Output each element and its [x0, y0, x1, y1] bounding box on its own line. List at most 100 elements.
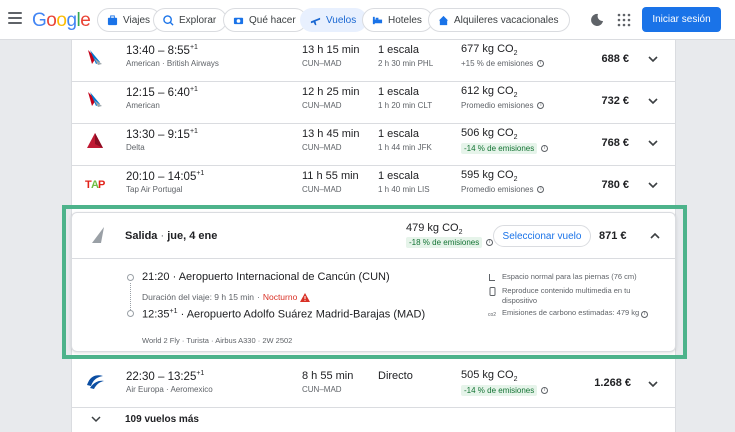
- google-logo[interactable]: Google: [32, 10, 91, 32]
- chevron-down-icon[interactable]: [646, 52, 660, 66]
- flight-price: 1.268 €: [594, 377, 631, 389]
- departure-info: 21:20 · Aeropuerto Internacional de Canc…: [142, 271, 390, 283]
- expanded-flight-card: Salida · jue, 4 ene 479 kg CO2 -18 % de …: [71, 212, 676, 352]
- flight-details: World 2 Fly · Turista · Airbus A330 · 2W…: [142, 336, 293, 345]
- timeline-line: [130, 283, 131, 310]
- flight-times: 22:30 – 13:25+1: [126, 370, 205, 383]
- co2-note: Promedio emisiones i: [461, 185, 545, 194]
- select-flight-button[interactable]: Seleccionar vuelo: [493, 225, 591, 247]
- airline-name: Air Europa · Aeromexico: [126, 385, 213, 394]
- card-header[interactable]: Salida · jue, 4 ene 479 kg CO2 -18 % de …: [72, 213, 675, 259]
- co2-note: -18 % de emisiones i: [406, 237, 494, 248]
- info-icon[interactable]: i: [486, 239, 494, 246]
- air-europa-logo: [87, 375, 104, 389]
- flight-route: CUN–MAD: [302, 59, 342, 68]
- airline-name: American: [126, 101, 160, 110]
- more-flights-label: 109 vuelos más: [125, 414, 199, 425]
- svg-text:co2: co2: [488, 312, 496, 318]
- world2fly-logo: [92, 227, 104, 243]
- airline-name: Tap Air Portugal: [126, 185, 183, 194]
- flight-row[interactable]: TAP 20:10 – 14:05+1 Tap Air Portugal 11 …: [72, 166, 675, 208]
- flight-row[interactable]: 13:40 – 8:55+1 American · British Airway…: [72, 40, 675, 82]
- apps-grid-icon[interactable]: [617, 13, 631, 27]
- flight-duration: 11 h 55 min: [302, 170, 359, 182]
- svg-text:P: P: [98, 179, 105, 191]
- top-bar: Google Viajes Explorar Qué hacer Vuelos …: [0, 0, 735, 40]
- tap-logo: TAP: [85, 179, 105, 191]
- flight-route: CUN–MAD: [302, 101, 342, 110]
- dark-mode-icon[interactable]: [590, 13, 604, 27]
- more-flights-button[interactable]: 109 vuelos más: [72, 410, 675, 432]
- emissions-info: co2 Emisiones de carbono estimadas: 479 …: [488, 308, 652, 318]
- info-icon[interactable]: i: [537, 60, 545, 67]
- layover-info: 2 h 30 min PHL: [378, 59, 434, 68]
- flight-duration: 8 h 55 min: [302, 370, 354, 382]
- flight-times: 12:15 – 6:40+1: [126, 86, 198, 99]
- nav-chip-vuelos[interactable]: Vuelos: [300, 8, 368, 32]
- camera-icon: [232, 14, 244, 26]
- signin-button[interactable]: Iniciar sesión: [642, 7, 721, 32]
- flight-price: 768 €: [601, 137, 629, 149]
- flight-route: CUN–MAD: [302, 385, 342, 394]
- layover-info: 1 h 40 min LIS: [378, 185, 430, 194]
- chevron-down-icon[interactable]: [646, 136, 660, 150]
- arrival-dot: [127, 310, 134, 317]
- info-icon[interactable]: i: [541, 145, 549, 152]
- flight-route: CUN–MAD: [302, 143, 342, 152]
- flight-duration: 13 h 15 min: [302, 44, 360, 56]
- arrival-info: 12:35+1 · Aeropuerto Adolfo Suárez Madri…: [142, 308, 426, 321]
- delta-logo: [87, 133, 103, 148]
- flight-price: 780 €: [601, 179, 629, 191]
- nav-chip-hoteles[interactable]: Hoteles: [362, 8, 433, 32]
- flight-stops: 1 escala: [378, 86, 419, 98]
- chevron-down-icon: [91, 416, 101, 423]
- flight-route: CUN–MAD: [302, 185, 342, 194]
- house-icon: [437, 14, 449, 26]
- bed-icon: [371, 14, 383, 26]
- chevron-up-icon[interactable]: [648, 229, 662, 243]
- chevron-down-icon[interactable]: [646, 178, 660, 192]
- co2-value: 595 kg CO2: [461, 169, 518, 184]
- nav-chip-alquileres[interactable]: Alquileres vacacionales: [428, 8, 570, 32]
- airline-name: American · British Airways: [126, 59, 219, 68]
- info-icon[interactable]: i: [537, 186, 545, 193]
- co2-icon: co2: [488, 312, 496, 318]
- flight-row[interactable]: 13:30 – 9:15+1 Delta 13 h 45 min CUN–MAD…: [72, 124, 675, 166]
- flight-row[interactable]: 22:30 – 13:25+1 Air Europa · Aeromexico …: [72, 362, 675, 408]
- warning-icon: [300, 292, 311, 302]
- layover-info: 1 h 44 min JFK: [378, 143, 432, 152]
- airplane-icon: [309, 14, 321, 26]
- co2-value: 479 kg CO2: [406, 222, 463, 237]
- nav-chip-que-hacer[interactable]: Qué hacer: [223, 8, 307, 32]
- info-icon[interactable]: i: [641, 311, 649, 318]
- co2-note: +15 % de emisiones i: [461, 59, 545, 68]
- phone-icon: [489, 287, 496, 296]
- flight-times: 13:40 – 8:55+1: [126, 44, 198, 57]
- nav-chip-viajes[interactable]: Viajes: [97, 8, 162, 32]
- legroom-info: Espacio normal para las piernas (76 cm): [489, 272, 637, 282]
- flight-duration: 12 h 25 min: [302, 86, 360, 98]
- flight-times: 20:10 – 14:05+1: [126, 170, 205, 183]
- flight-price: 871 €: [599, 230, 627, 242]
- flight-stops: 1 escala: [378, 170, 419, 182]
- menu-icon[interactable]: [8, 11, 22, 25]
- chevron-down-icon[interactable]: [646, 377, 660, 391]
- layover-info: 1 h 20 min CLT: [378, 101, 433, 110]
- flight-row[interactable]: 12:15 – 6:40+1 American 12 h 25 min CUN–…: [72, 82, 675, 124]
- info-icon[interactable]: i: [537, 102, 545, 109]
- chevron-down-icon[interactable]: [646, 94, 660, 108]
- co2-value: 677 kg CO2: [461, 43, 518, 58]
- flight-price: 732 €: [601, 95, 629, 107]
- airline-name: Delta: [126, 143, 145, 152]
- flight-price: 688 €: [601, 53, 629, 65]
- seat-icon: [489, 274, 495, 281]
- media-info: Reproduce contenido multimedia en tu dis…: [489, 286, 662, 306]
- nav-chip-explorar[interactable]: Explorar: [153, 8, 228, 32]
- co2-note: Promedio emisiones i: [461, 101, 545, 110]
- info-icon[interactable]: i: [541, 387, 549, 394]
- departure-title: Salida · jue, 4 ene: [125, 230, 218, 242]
- explore-icon: [162, 14, 174, 26]
- co2-value: 505 kg CO2: [461, 369, 518, 384]
- co2-note: -14 % de emisiones i: [461, 385, 549, 396]
- american-airlines-logo: [88, 92, 102, 107]
